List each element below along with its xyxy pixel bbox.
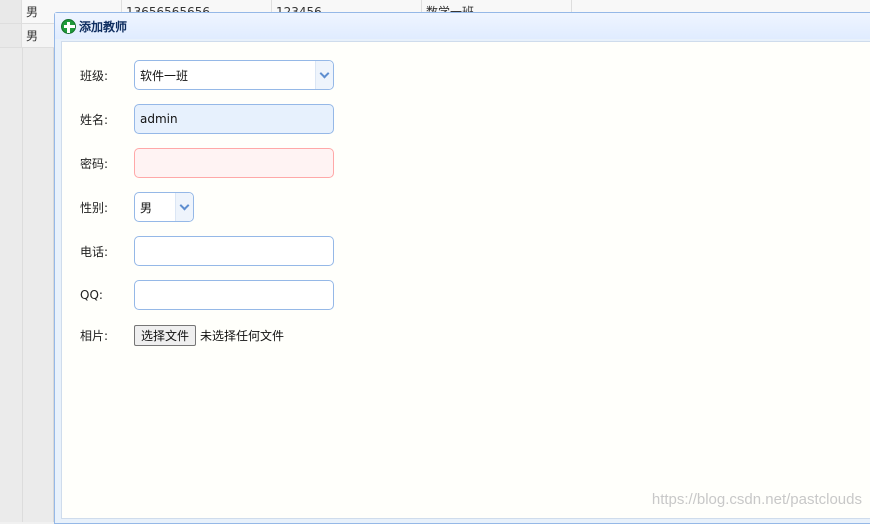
phone-row: 电话: [80, 236, 334, 266]
qq-input[interactable] [134, 280, 334, 310]
class-select[interactable]: 软件一班 [134, 60, 334, 90]
gender-select[interactable]: 男 [134, 192, 194, 222]
background-sidebar [0, 48, 54, 522]
name-input[interactable]: admin [134, 104, 334, 134]
choose-file-button[interactable]: 选择文件 [134, 325, 197, 346]
row-number-cell [0, 0, 22, 24]
password-input[interactable] [134, 148, 334, 178]
class-row: 班级: 软件一班 [80, 60, 334, 90]
watermark: https://blog.csdn.net/pastclouds [651, 491, 862, 508]
gender-dropdown-button[interactable] [175, 193, 193, 221]
qq-label: QQ: [80, 288, 103, 302]
password-label: 密码: [80, 156, 109, 171]
class-label: 班级: [80, 68, 109, 83]
dialog-body: 班级: 软件一班 姓名: admin 密码: 性别: 男 电话: QQ: 相片:… [61, 41, 870, 519]
qq-row: QQ: [80, 280, 334, 310]
gender-row: 性别: 男 [80, 192, 194, 222]
file-status: 未选择任何文件 [200, 329, 285, 343]
add-icon [61, 18, 76, 34]
gender-select-value: 男 [140, 200, 153, 215]
password-row: 密码: [80, 148, 334, 178]
class-select-value: 软件一班 [140, 68, 189, 83]
class-dropdown-button[interactable] [315, 61, 333, 89]
dialog-title: 添加教师 [79, 19, 128, 34]
name-input-value: admin [140, 112, 178, 126]
add-teacher-dialog: 添加教师 班级: 软件一班 姓名: admin 密码: 性别: 男 电话: QQ… [54, 12, 870, 524]
gender-label: 性别: [80, 200, 109, 215]
phone-input[interactable] [134, 236, 334, 266]
row-number-cell [0, 24, 22, 48]
name-row: 姓名: admin [80, 104, 334, 134]
photo-label: 相片: [80, 329, 109, 343]
chevron-down-icon [319, 68, 330, 78]
chevron-down-icon [179, 200, 190, 210]
phone-label: 电话: [80, 244, 109, 259]
dialog-header[interactable]: 添加教师 [55, 13, 870, 39]
photo-row: 相片: 选择文件 未选择任何文件 [80, 325, 284, 346]
name-label: 姓名: [80, 112, 109, 127]
